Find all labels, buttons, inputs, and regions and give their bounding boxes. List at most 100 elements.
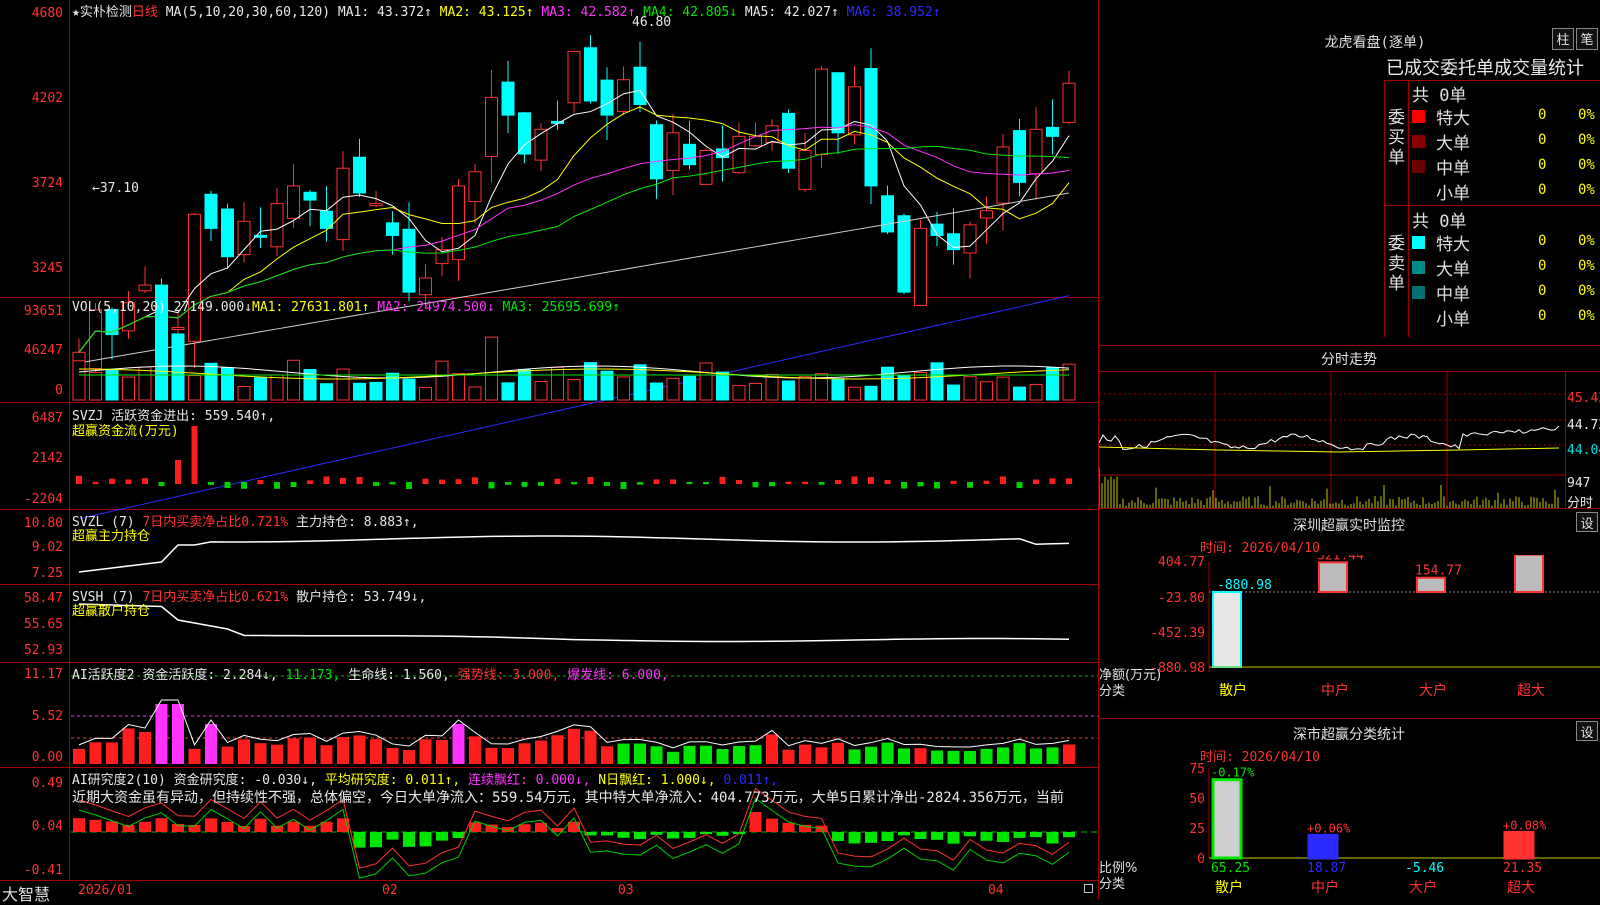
ma3-value: MA3: 42.582↑	[541, 5, 636, 20]
candle-body	[1046, 126, 1059, 137]
sz-class-settings-button[interactable]: 设	[1576, 721, 1598, 741]
monitor-y-label: 404.77	[1158, 555, 1205, 570]
flow-bar	[307, 480, 313, 484]
sell-order-label: 委卖单	[1388, 234, 1405, 294]
column-view-button[interactable]: 柱	[1552, 28, 1574, 50]
activity-bar	[865, 746, 877, 764]
volume-bar	[848, 386, 861, 401]
low-price-label: ←37.10	[92, 181, 139, 196]
candle-body	[980, 210, 993, 219]
candle-body	[848, 86, 861, 136]
sz-monitor-settings-button[interactable]: 设	[1576, 512, 1598, 532]
research-bar	[221, 822, 234, 832]
main-title: ★实朴检测日线 MA(5,10,20,30,60,120) MA1: 43.37…	[72, 1, 941, 20]
flow-bar	[92, 481, 99, 484]
order-pct: 0%	[1578, 233, 1595, 249]
candle-body	[567, 50, 581, 104]
activity-bar	[716, 749, 729, 764]
vol-y-label: 0	[55, 383, 63, 398]
volume-bar	[930, 362, 944, 401]
period-label[interactable]: 日线	[132, 5, 158, 20]
class-value-label: 21.35	[1503, 861, 1542, 876]
volume-bar	[666, 377, 680, 401]
monitor-y-label: -23.80	[1158, 591, 1205, 606]
flow-bar	[554, 478, 561, 484]
activity-bar	[254, 743, 267, 764]
order-count: 0	[1538, 157, 1547, 173]
volume-bar	[782, 380, 795, 401]
research-bar	[106, 821, 118, 832]
volume-bar	[765, 373, 779, 401]
class-bar	[1503, 830, 1535, 860]
candle-body	[881, 195, 894, 233]
lock-icon[interactable]	[1084, 884, 1093, 893]
research-bar	[271, 825, 283, 832]
flow-bar	[257, 479, 264, 484]
flow-bar	[109, 478, 115, 484]
activity-bar	[1046, 747, 1059, 764]
order-row: 特大 0 0%	[1408, 104, 1600, 129]
volume-bar	[798, 376, 812, 401]
activity-bar	[733, 746, 745, 764]
sz-monitor-title: 深圳超赢实时监控	[1293, 518, 1405, 534]
research-bar	[254, 818, 267, 832]
research-bar	[89, 819, 102, 832]
activity-bar	[683, 745, 696, 764]
fenshi-price-label: 45.42	[1567, 391, 1600, 406]
activity-bar	[89, 742, 102, 764]
class-category-caption: 分类	[1099, 877, 1125, 892]
vol-ma2: MA2: 24974.500↓	[377, 300, 495, 315]
volume-bar	[699, 362, 713, 401]
intraday-chart[interactable]	[1099, 372, 1565, 508]
svsh-yaxis: 58.47 55.65 52.93	[0, 585, 70, 662]
monitor-category-caption: 分类	[1099, 684, 1125, 699]
fenshi-price-label: 44.73	[1567, 418, 1600, 433]
class-change-label: +0.08%	[1503, 818, 1547, 832]
activity-bar	[370, 739, 382, 764]
order-count: 0	[1538, 132, 1547, 148]
volume-bar	[171, 333, 185, 401]
candle-body	[897, 215, 911, 293]
candle-body	[386, 222, 399, 236]
candle-body	[419, 277, 432, 296]
kline-chart[interactable]	[71, 0, 1098, 880]
volume-bar	[996, 376, 1010, 401]
flow-bar	[818, 482, 825, 485]
flow-bar	[571, 482, 577, 485]
volume-bar	[1046, 367, 1059, 401]
flow-bar	[274, 482, 280, 489]
candle-body	[402, 228, 416, 293]
fenshi-title: 分时走势	[1321, 352, 1377, 368]
order-size-label: 中单	[1436, 285, 1470, 305]
svsh-y-label: 52.93	[23, 643, 63, 658]
research-bar	[683, 832, 696, 838]
stock-name[interactable]: 实朴检测	[80, 5, 132, 20]
order-count: 0	[1538, 283, 1547, 299]
volume-bar	[980, 381, 993, 401]
ai1-title: AI活跃度2 资金活跃度: 2.284↓, 11.173, 生命线: 1.560…	[72, 664, 669, 683]
volume-bar	[947, 384, 960, 401]
tick-view-button[interactable]: 笔	[1576, 28, 1598, 50]
candle-body	[683, 143, 696, 166]
svzj-subtitle: 超赢资金流(万元)	[72, 424, 179, 439]
lhb-bottom-border	[1098, 345, 1600, 346]
candle-body	[287, 185, 300, 219]
volume-bar	[534, 380, 548, 401]
candle-body	[485, 96, 498, 158]
activity-bar	[848, 749, 861, 764]
research-bar	[931, 832, 943, 840]
flow-bar	[1049, 478, 1056, 484]
flow-bar	[934, 482, 940, 489]
activity-bar	[1013, 743, 1026, 764]
lhb-tabs[interactable]: 已成交委托单成交量统计	[1386, 54, 1584, 80]
svsh-ratio: 7日内买卖净占比0.621%	[142, 590, 289, 605]
flow-bar	[455, 479, 462, 484]
volume-bar	[501, 382, 515, 401]
fenshi-vol-label: 947	[1567, 476, 1591, 491]
svzj-y-label: -2204	[23, 492, 63, 507]
candle-body	[188, 213, 201, 342]
volume-bar	[617, 376, 630, 401]
class-y-label: 25	[1189, 822, 1205, 837]
volume-bar	[320, 383, 333, 401]
ai2-lianxu: 连续飘红: 0.000↓,	[468, 773, 591, 788]
